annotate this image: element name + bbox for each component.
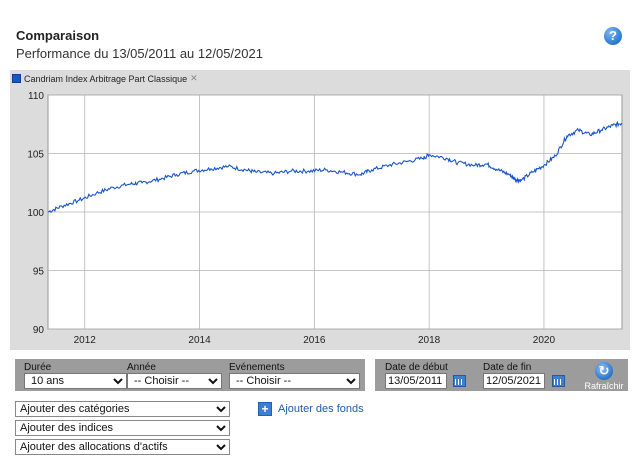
- add-funds-button[interactable]: + Ajouter des fonds: [258, 402, 364, 416]
- date-fin-label: Date de fin: [483, 362, 532, 373]
- date-debut-label: Date de début: [385, 362, 448, 373]
- add-categories-select[interactable]: Ajouter des catégories: [15, 401, 230, 417]
- duree-label: Durée: [24, 362, 52, 373]
- date-fin-field[interactable]: [483, 373, 545, 389]
- refresh-icon: ↻: [595, 362, 613, 380]
- add-indices-select[interactable]: Ajouter des indices: [15, 420, 230, 436]
- calendar-icon[interactable]: [453, 375, 466, 387]
- y-tick-label: 110: [28, 91, 44, 102]
- x-tick-label: 2020: [533, 335, 556, 346]
- y-tick-label: 105: [27, 150, 44, 161]
- plus-icon: +: [258, 402, 272, 416]
- add-allocations-select[interactable]: Ajouter des allocations d'actifs: [15, 439, 230, 455]
- x-tick-label: 2012: [74, 335, 97, 346]
- y-tick-label: 100: [27, 208, 44, 219]
- date-debut-field[interactable]: [385, 373, 447, 389]
- refresh-button[interactable]: ↻ Rafraîchir: [580, 362, 628, 391]
- refresh-label: Rafraîchir: [584, 381, 624, 391]
- page-subtitle: Performance du 13/05/2011 au 12/05/2021: [16, 46, 263, 61]
- calendar-icon[interactable]: [552, 375, 565, 387]
- duration-filter-panel: Durée 10 ans Année -- Choisir -- Evéneme…: [15, 359, 365, 391]
- annee-label: Année: [127, 362, 156, 373]
- y-tick-label: 95: [33, 267, 45, 278]
- chart-panel: 90 95 100 105 110 2012 2014 2016 2018 2020 Candri…: [10, 70, 630, 350]
- remove-series-icon[interactable]: ✕: [190, 73, 198, 84]
- x-tick-label: 2014: [188, 335, 211, 346]
- add-funds-label: Ajouter des fonds: [278, 403, 364, 415]
- duree-select[interactable]: 10 ans: [24, 373, 127, 389]
- page-title: Comparaison: [16, 28, 100, 43]
- legend-label: Candriam Index Arbitrage Part Classique: [24, 73, 188, 84]
- x-tick-label: 2018: [418, 335, 441, 346]
- y-tick-label: 90: [33, 325, 45, 336]
- evenements-select[interactable]: -- Choisir --: [229, 373, 360, 389]
- chart-legend: Candriam Index Arbitrage Part Classique …: [12, 73, 198, 84]
- evenements-label: Evénements: [229, 362, 285, 373]
- x-tick-label: 2016: [303, 335, 326, 346]
- legend-swatch: [12, 74, 21, 83]
- help-icon[interactable]: ?: [604, 27, 622, 45]
- annee-select[interactable]: -- Choisir --: [127, 373, 222, 389]
- performance-chart: 90 95 100 105 110 2012 2014 2016 2018 2020: [27, 91, 623, 346]
